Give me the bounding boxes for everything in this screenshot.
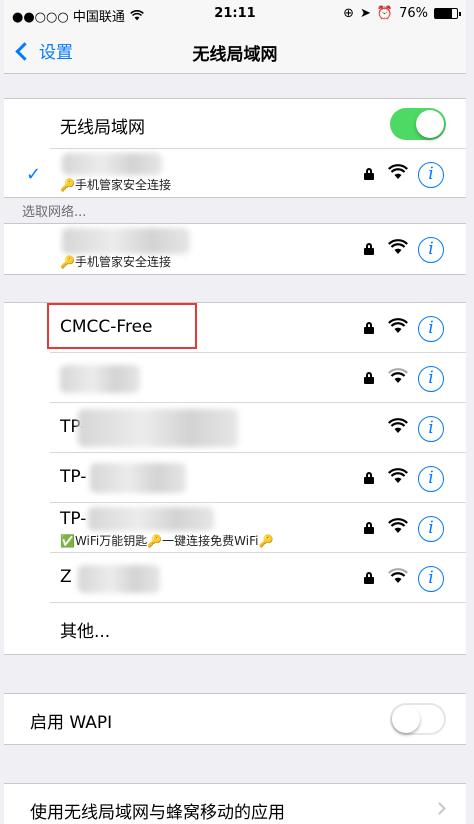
network-group-top: 🔑手机管家安全连接 i xyxy=(4,223,466,275)
wifi-signal-icon xyxy=(388,518,408,533)
lock-icon xyxy=(364,522,374,534)
network-subtitle: 🔑手机管家安全连接 xyxy=(60,255,171,269)
wifi-signal-icon xyxy=(388,239,408,254)
orientation-lock-icon: ⊕ xyxy=(343,6,354,21)
other-network-row[interactable]: 其他... xyxy=(4,603,466,653)
connected-network-row[interactable]: ✓ 🔑手机管家安全连接 i xyxy=(4,149,466,199)
network-row[interactable]: TP- ✅WiFi万能钥匙🔑一键连接免费WiFi🔑 i xyxy=(4,503,466,553)
toggle-knob xyxy=(392,705,420,733)
wlan-toggle-row: 无线局域网 xyxy=(4,99,466,149)
info-icon[interactable]: i xyxy=(418,416,444,442)
lock-icon xyxy=(364,168,374,180)
alarm-icon: ⏰ xyxy=(376,6,394,21)
wapi-group: 启用 WAPI xyxy=(4,693,466,745)
lock-icon xyxy=(364,322,374,334)
phone-screen: ●●○○○ 中国联通 21:11 ⊕ ➤ ⏰ 76% 设置 无线局域网 无线局域… xyxy=(4,0,466,824)
network-row[interactable]: i xyxy=(4,353,466,403)
battery-level xyxy=(435,9,452,18)
highlight-box xyxy=(47,303,197,349)
battery-icon xyxy=(434,8,461,19)
lock-icon xyxy=(364,372,374,384)
checkmark-icon: ✓ xyxy=(26,164,42,185)
wapi-row: 启用 WAPI xyxy=(4,694,466,744)
network-row[interactable]: TP- i xyxy=(4,403,466,453)
wifi-signal-icon xyxy=(388,568,408,583)
redacted-network-name xyxy=(88,507,214,531)
wapi-label: 启用 WAPI xyxy=(30,713,113,733)
wlan-toggle[interactable] xyxy=(390,108,446,140)
cellular-apps-group: 使用无线局域网与蜂窝移动的应用 xyxy=(4,783,466,824)
network-row[interactable]: Z i xyxy=(4,553,466,603)
lock-icon xyxy=(364,472,374,484)
redacted-network-name xyxy=(78,565,160,593)
wifi-signal-icon xyxy=(388,164,408,179)
other-label: 其他... xyxy=(60,622,111,642)
wifi-signal-icon xyxy=(388,318,408,333)
battery-percent: 76% xyxy=(399,6,428,21)
cellular-apps-label: 使用无线局域网与蜂窝移动的应用 xyxy=(30,803,285,823)
network-row[interactable]: TP- i xyxy=(4,453,466,503)
wapi-toggle[interactable] xyxy=(390,703,446,735)
info-icon[interactable]: i xyxy=(418,466,444,492)
lock-icon xyxy=(364,243,374,255)
redacted-network-name xyxy=(62,153,162,175)
wifi-signal-icon xyxy=(388,368,408,383)
page-title: 无线局域网 xyxy=(192,45,278,65)
status-bar: ●●○○○ 中国联通 21:11 ⊕ ➤ ⏰ 76% xyxy=(4,0,466,30)
info-icon[interactable]: i xyxy=(418,366,444,392)
info-icon[interactable]: i xyxy=(418,316,444,342)
lock-icon xyxy=(364,572,374,584)
info-icon[interactable]: i xyxy=(418,566,444,592)
info-icon[interactable]: i xyxy=(418,162,444,188)
wlan-group: 无线局域网 ✓ 🔑手机管家安全连接 i xyxy=(4,98,466,198)
network-list: CMCC-Free i i TP- i TP- i TP- ✅WiFi万能钥匙🔑… xyxy=(4,302,466,655)
wifi-signal-icon xyxy=(388,468,408,483)
redacted-network-name xyxy=(60,365,140,393)
cellular-apps-row[interactable]: 使用无线局域网与蜂窝移动的应用 xyxy=(4,784,466,824)
network-name: Z xyxy=(60,567,72,587)
chevron-right-icon xyxy=(433,802,446,815)
info-icon[interactable]: i xyxy=(418,516,444,542)
wlan-toggle-label: 无线局域网 xyxy=(60,118,145,138)
redacted-network-name xyxy=(90,463,186,493)
network-subtitle: ✅WiFi万能钥匙🔑一键连接免费WiFi🔑 xyxy=(60,534,274,548)
network-name: TP- xyxy=(60,467,87,487)
wifi-signal-icon xyxy=(388,418,408,433)
network-row[interactable]: 🔑手机管家安全连接 i xyxy=(4,224,466,274)
location-icon: ➤ xyxy=(360,6,371,21)
info-icon[interactable]: i xyxy=(418,237,444,263)
network-name: TP- xyxy=(60,509,87,529)
redacted-network-name xyxy=(78,409,238,447)
connected-network-subtitle: 🔑手机管家安全连接 xyxy=(60,178,171,192)
redacted-network-name xyxy=(62,228,190,254)
choose-network-header: 选取网络... xyxy=(22,205,87,220)
navigation-bar: 设置 无线局域网 xyxy=(4,30,466,74)
toggle-knob xyxy=(416,110,444,138)
